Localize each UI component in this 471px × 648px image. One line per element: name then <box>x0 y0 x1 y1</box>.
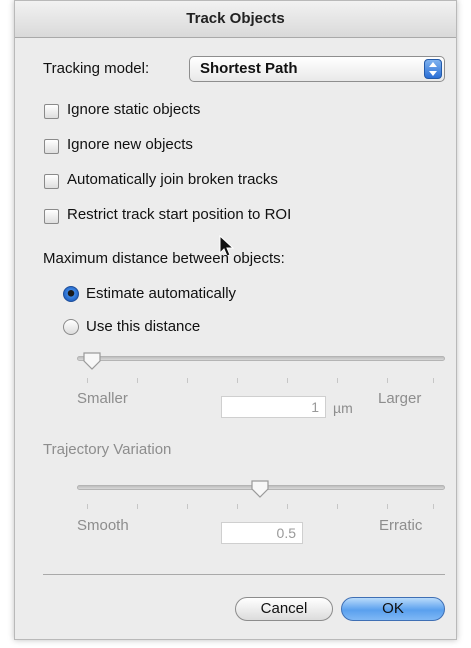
join-broken-tracks-label: Automatically join broken tracks <box>67 171 278 188</box>
trajectory-value-field[interactable]: 0.5 <box>221 522 303 544</box>
trajectory-slider-tick <box>337 504 338 509</box>
distance-slider-tick <box>387 378 388 383</box>
ignore-new-objects-label: Ignore new objects <box>67 136 193 153</box>
restrict-start-roi-checkbox[interactable] <box>44 209 59 224</box>
ok-button[interactable]: OK <box>341 597 445 621</box>
distance-slider-tick <box>287 378 288 383</box>
trajectory-slider-tick <box>137 504 138 509</box>
tracking-model-value: Shortest Path <box>200 60 298 77</box>
ignore-static-objects-checkbox[interactable] <box>44 104 59 119</box>
distance-slider-track[interactable] <box>77 356 445 361</box>
distance-unit: µm <box>333 400 353 416</box>
trajectory-slider-tick <box>87 504 88 509</box>
distance-slider-tick <box>337 378 338 383</box>
cancel-button[interactable]: Cancel <box>235 597 333 621</box>
tracking-model-label: Tracking model: <box>43 60 150 77</box>
distance-min-label: Smaller <box>77 390 128 407</box>
use-this-distance-radio[interactable] <box>63 319 79 335</box>
estimate-automatically-label: Estimate automatically <box>86 285 237 302</box>
distance-value: 1 <box>311 399 319 415</box>
restrict-start-roi-label: Restrict track start position to ROI <box>67 206 292 223</box>
separator <box>43 574 445 575</box>
trajectory-min-label: Smooth <box>77 517 129 534</box>
max-distance-heading: Maximum distance between objects: <box>43 250 285 267</box>
tracking-model-popup[interactable]: Shortest Path <box>189 56 445 82</box>
distance-max-label: Larger <box>378 390 422 407</box>
distance-value-field[interactable]: 1 <box>221 396 326 418</box>
distance-slider-tick <box>433 378 434 383</box>
dialog-title: Track Objects <box>15 1 456 38</box>
use-this-distance-label: Use this distance <box>86 318 201 335</box>
trajectory-max-label: Erratic <box>379 517 423 534</box>
trajectory-value: 0.5 <box>276 525 296 541</box>
distance-slider-tick <box>87 378 88 383</box>
trajectory-slider-tick <box>433 504 434 509</box>
distance-slider-tick <box>187 378 188 383</box>
ignore-static-objects-label: Ignore static objects <box>67 101 201 118</box>
trajectory-slider-thumb[interactable] <box>250 479 270 499</box>
distance-slider-tick <box>137 378 138 383</box>
track-objects-dialog: Track Objects Tracking model: Shortest P… <box>14 0 457 640</box>
ignore-new-objects-checkbox[interactable] <box>44 139 59 154</box>
trajectory-slider-tick <box>187 504 188 509</box>
trajectory-slider-tick <box>387 504 388 509</box>
join-broken-tracks-checkbox[interactable] <box>44 174 59 189</box>
trajectory-slider-tick <box>287 504 288 509</box>
popup-arrows-icon <box>424 59 442 79</box>
trajectory-heading: Trajectory Variation <box>43 441 172 458</box>
distance-slider-thumb[interactable] <box>82 351 102 371</box>
estimate-automatically-radio[interactable] <box>63 286 79 302</box>
distance-slider-tick <box>237 378 238 383</box>
trajectory-slider-tick <box>237 504 238 509</box>
